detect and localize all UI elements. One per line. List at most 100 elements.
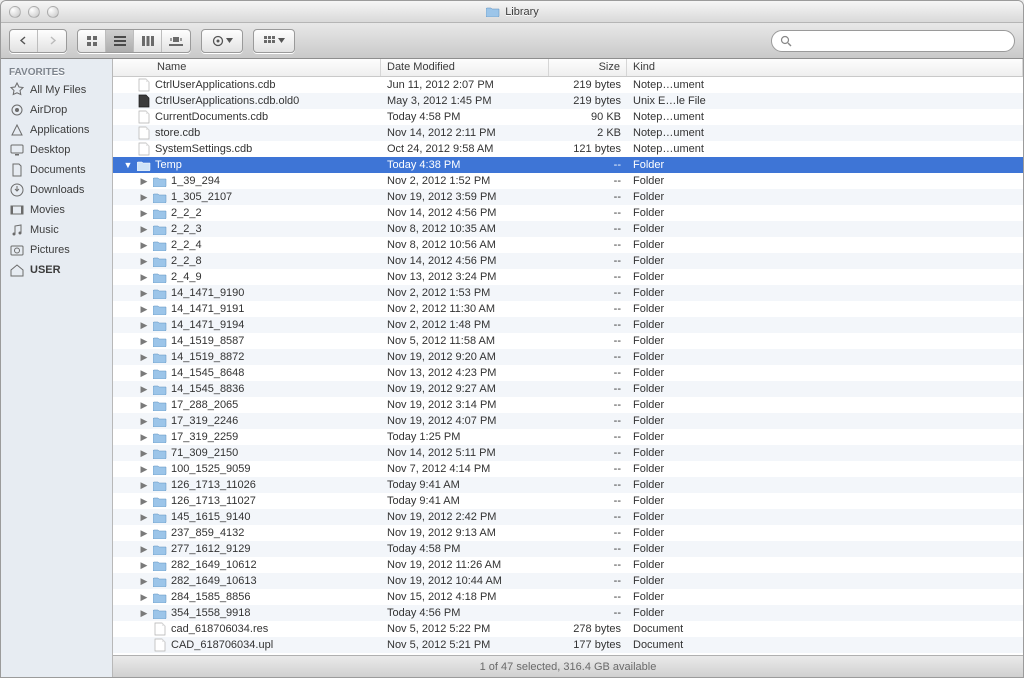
disclosure-triangle[interactable]: ▶ xyxy=(139,320,149,331)
action-menu[interactable] xyxy=(201,29,243,53)
table-row[interactable]: ▶2_2_2Nov 14, 2012 4:56 PM--Folder xyxy=(113,205,1023,221)
back-button[interactable] xyxy=(10,30,38,52)
table-row[interactable]: ▶14_1519_8587Nov 5, 2012 11:58 AM--Folde… xyxy=(113,333,1023,349)
disclosure-triangle[interactable]: ▶ xyxy=(139,512,149,523)
table-row[interactable]: ▶2_2_8Nov 14, 2012 4:56 PM--Folder xyxy=(113,253,1023,269)
column-name[interactable]: Name xyxy=(113,59,381,76)
sidebar-item-airdrop[interactable]: AirDrop xyxy=(1,100,112,120)
zoom-button[interactable] xyxy=(47,6,59,18)
table-row[interactable]: ▶14_1519_8872Nov 19, 2012 9:20 AM--Folde… xyxy=(113,349,1023,365)
disclosure-triangle[interactable]: ▶ xyxy=(139,384,149,395)
file-size: -- xyxy=(549,607,627,619)
list-view-button[interactable] xyxy=(106,30,134,52)
sidebar-item-music[interactable]: Music xyxy=(1,220,112,240)
sidebar-item-downloads[interactable]: Downloads xyxy=(1,180,112,200)
column-date[interactable]: Date Modified xyxy=(381,59,549,76)
table-row[interactable]: ▶14_1471_9194Nov 2, 2012 1:48 PM--Folder xyxy=(113,317,1023,333)
disclosure-triangle[interactable]: ▶ xyxy=(139,480,149,491)
table-row[interactable]: ▶17_319_2246Nov 19, 2012 4:07 PM--Folder xyxy=(113,413,1023,429)
disclosure-triangle[interactable]: ▶ xyxy=(139,272,149,283)
table-row[interactable]: store.cdbNov 14, 2012 2:11 PM2 KBNotep…u… xyxy=(113,125,1023,141)
close-button[interactable] xyxy=(9,6,21,18)
sidebar-item-applications[interactable]: Applications xyxy=(1,120,112,140)
disclosure-triangle[interactable]: ▶ xyxy=(139,448,149,459)
table-row[interactable]: ▶14_1545_8648Nov 13, 2012 4:23 PM--Folde… xyxy=(113,365,1023,381)
table-row[interactable]: cad_618706034.resNov 5, 2012 5:22 PM278 … xyxy=(113,621,1023,637)
disclosure-triangle[interactable]: ▶ xyxy=(139,528,149,539)
sidebar-item-documents[interactable]: Documents xyxy=(1,160,112,180)
disclosure-triangle[interactable]: ▶ xyxy=(139,576,149,587)
table-row[interactable]: ▶1_305_2107Nov 19, 2012 3:59 PM--Folder xyxy=(113,189,1023,205)
coverflow-view-button[interactable] xyxy=(162,30,190,52)
table-row[interactable]: ▶2_2_4Nov 8, 2012 10:56 AM--Folder xyxy=(113,237,1023,253)
sidebar-item-all-my-files[interactable]: All My Files xyxy=(1,80,112,100)
file-kind: Notep…ument xyxy=(627,143,1023,155)
disclosure-triangle[interactable]: ▶ xyxy=(139,352,149,363)
file-rows[interactable]: CtrlUserApplications.cdbJun 11, 2012 2:0… xyxy=(113,77,1023,655)
table-row[interactable]: CAD_618706034.uplNov 5, 2012 5:21 PM177 … xyxy=(113,637,1023,653)
file-kind: Notep…ument xyxy=(627,79,1023,91)
file-kind: Folder xyxy=(627,447,1023,459)
table-row[interactable]: ▶100_1525_9059Nov 7, 2012 4:14 PM--Folde… xyxy=(113,461,1023,477)
table-row[interactable]: CtrlUserApplications.cdb.old0May 3, 2012… xyxy=(113,93,1023,109)
disclosure-triangle[interactable]: ▼ xyxy=(123,160,133,170)
disclosure-triangle[interactable]: ▶ xyxy=(139,256,149,267)
table-row[interactable]: ▶126_1713_11027Today 9:41 AM--Folder xyxy=(113,493,1023,509)
folder-icon xyxy=(152,477,168,493)
titlebar: Library xyxy=(1,1,1023,23)
disclosure-triangle[interactable]: ▶ xyxy=(139,544,149,555)
sidebar-item-label: Music xyxy=(30,224,59,236)
disclosure-triangle[interactable]: ▶ xyxy=(139,304,149,315)
disclosure-triangle[interactable]: ▶ xyxy=(139,592,149,603)
sidebar-item-desktop[interactable]: Desktop xyxy=(1,140,112,160)
table-row[interactable]: ▶14_1471_9190Nov 2, 2012 1:53 PM--Folder xyxy=(113,285,1023,301)
minimize-button[interactable] xyxy=(28,6,40,18)
disclosure-triangle[interactable]: ▶ xyxy=(139,288,149,299)
table-row[interactable]: ▶14_1471_9191Nov 2, 2012 11:30 AM--Folde… xyxy=(113,301,1023,317)
table-row[interactable]: ▶126_1713_11026Today 9:41 AM--Folder xyxy=(113,477,1023,493)
disclosure-triangle[interactable]: ▶ xyxy=(139,464,149,475)
disclosure-triangle[interactable]: ▶ xyxy=(139,560,149,571)
disclosure-triangle[interactable]: ▶ xyxy=(139,496,149,507)
disclosure-triangle[interactable]: ▶ xyxy=(139,432,149,443)
table-row[interactable]: ▶2_4_9Nov 13, 2012 3:24 PM--Folder xyxy=(113,269,1023,285)
table-row[interactable]: CurrentDocuments.cdbToday 4:58 PM90 KBNo… xyxy=(113,109,1023,125)
disclosure-triangle[interactable]: ▶ xyxy=(139,192,149,203)
icon-view-button[interactable] xyxy=(78,30,106,52)
forward-button[interactable] xyxy=(38,30,66,52)
disclosure-triangle[interactable]: ▶ xyxy=(139,368,149,379)
column-size[interactable]: Size xyxy=(549,59,627,76)
table-row[interactable]: ▶145_1615_9140Nov 19, 2012 2:42 PM--Fold… xyxy=(113,509,1023,525)
disclosure-triangle[interactable]: ▶ xyxy=(139,208,149,219)
disclosure-triangle[interactable]: ▶ xyxy=(139,400,149,411)
table-row[interactable]: ▶282_1649_10613Nov 19, 2012 10:44 AM--Fo… xyxy=(113,573,1023,589)
disclosure-triangle[interactable]: ▶ xyxy=(139,240,149,251)
sidebar-item-movies[interactable]: Movies xyxy=(1,200,112,220)
sidebar-item-pictures[interactable]: Pictures xyxy=(1,240,112,260)
search-input[interactable] xyxy=(796,35,1006,47)
table-row[interactable]: ▶284_1585_8856Nov 15, 2012 4:18 PM--Fold… xyxy=(113,589,1023,605)
table-row[interactable]: ▶354_1558_9918Today 4:56 PM--Folder xyxy=(113,605,1023,621)
table-row[interactable]: ▶17_288_2065Nov 19, 2012 3:14 PM--Folder xyxy=(113,397,1023,413)
table-row[interactable]: ▶2_2_3Nov 8, 2012 10:35 AM--Folder xyxy=(113,221,1023,237)
disclosure-triangle[interactable]: ▶ xyxy=(139,336,149,347)
column-view-button[interactable] xyxy=(134,30,162,52)
sidebar-item-user[interactable]: USER xyxy=(1,260,112,280)
disclosure-triangle[interactable]: ▶ xyxy=(139,176,149,187)
table-row[interactable]: ▶282_1649_10612Nov 19, 2012 11:26 AM--Fo… xyxy=(113,557,1023,573)
disclosure-triangle[interactable]: ▶ xyxy=(139,416,149,427)
table-row[interactable]: SystemSettings.cdbOct 24, 2012 9:58 AM12… xyxy=(113,141,1023,157)
table-row[interactable]: ▶17_319_2259Today 1:25 PM--Folder xyxy=(113,429,1023,445)
search-field[interactable] xyxy=(771,30,1015,52)
disclosure-triangle[interactable]: ▶ xyxy=(139,608,149,619)
table-row[interactable]: ▶277_1612_9129Today 4:58 PM--Folder xyxy=(113,541,1023,557)
column-kind[interactable]: Kind xyxy=(627,59,1023,76)
arrange-menu[interactable] xyxy=(253,29,295,53)
table-row[interactable]: ▶237_859_4132Nov 19, 2012 9:13 AM--Folde… xyxy=(113,525,1023,541)
table-row[interactable]: ▶14_1545_8836Nov 19, 2012 9:27 AM--Folde… xyxy=(113,381,1023,397)
table-row[interactable]: CtrlUserApplications.cdbJun 11, 2012 2:0… xyxy=(113,77,1023,93)
disclosure-triangle[interactable]: ▶ xyxy=(139,224,149,235)
table-row[interactable]: ▶71_309_2150Nov 14, 2012 5:11 PM--Folder xyxy=(113,445,1023,461)
table-row[interactable]: ▼TempToday 4:38 PM--Folder xyxy=(113,157,1023,173)
table-row[interactable]: ▶1_39_294Nov 2, 2012 1:52 PM--Folder xyxy=(113,173,1023,189)
